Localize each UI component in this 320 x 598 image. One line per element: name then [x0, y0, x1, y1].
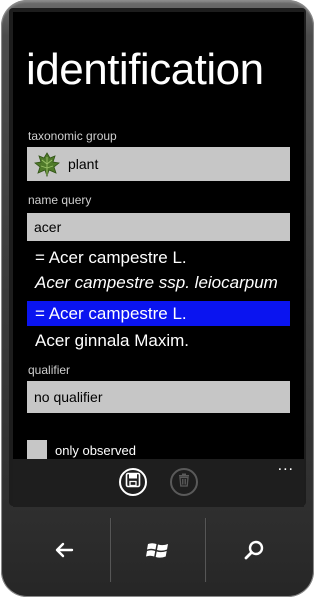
qualifier-label: qualifier: [28, 363, 71, 377]
list-item[interactable]: = Acer campestre L.: [27, 251, 290, 270]
taxonomic-group-value: plant: [68, 156, 99, 172]
leaf-icon: [34, 151, 60, 178]
save-button[interactable]: [119, 468, 147, 496]
app-bar-more-button[interactable]: ...: [278, 458, 294, 474]
taxonomic-group-picker[interactable]: plant: [27, 147, 290, 181]
search-icon: [240, 540, 268, 568]
delete-button[interactable]: [170, 468, 198, 496]
taxonomic-group-label: taxonomic group: [28, 129, 117, 143]
only-observed-label: only observed: [55, 443, 136, 458]
hardware-button-bar: [9, 508, 306, 588]
back-arrow-icon: [50, 542, 78, 568]
start-button[interactable]: [144, 536, 172, 564]
page-title: identification: [26, 45, 264, 94]
hardware-divider: [110, 518, 111, 582]
save-icon: [125, 472, 141, 493]
list-item[interactable]: Acer ginnala Maxim.: [27, 328, 290, 353]
name-query-input[interactable]: acer: [27, 213, 290, 241]
list-item[interactable]: Acer campestre ssp. leiocarpum: [27, 270, 290, 295]
app-bar: ...: [13, 458, 304, 507]
qualifier-picker[interactable]: no qualifier: [27, 381, 290, 413]
name-query-label: name query: [28, 193, 92, 207]
hardware-divider: [205, 518, 206, 582]
search-button[interactable]: [240, 536, 268, 564]
only-observed-checkbox[interactable]: [27, 440, 47, 460]
list-item-selected[interactable]: = Acer campestre L.: [27, 301, 290, 326]
back-button[interactable]: [50, 536, 78, 564]
name-results-list[interactable]: = Acer campestre L. Acer campestre ssp. …: [27, 251, 290, 365]
trash-icon: [177, 473, 191, 492]
phone-body: identification taxonomic group plant nam…: [1, 0, 314, 597]
windows-logo-icon: [144, 543, 172, 568]
screen: identification taxonomic group plant nam…: [13, 12, 304, 507]
